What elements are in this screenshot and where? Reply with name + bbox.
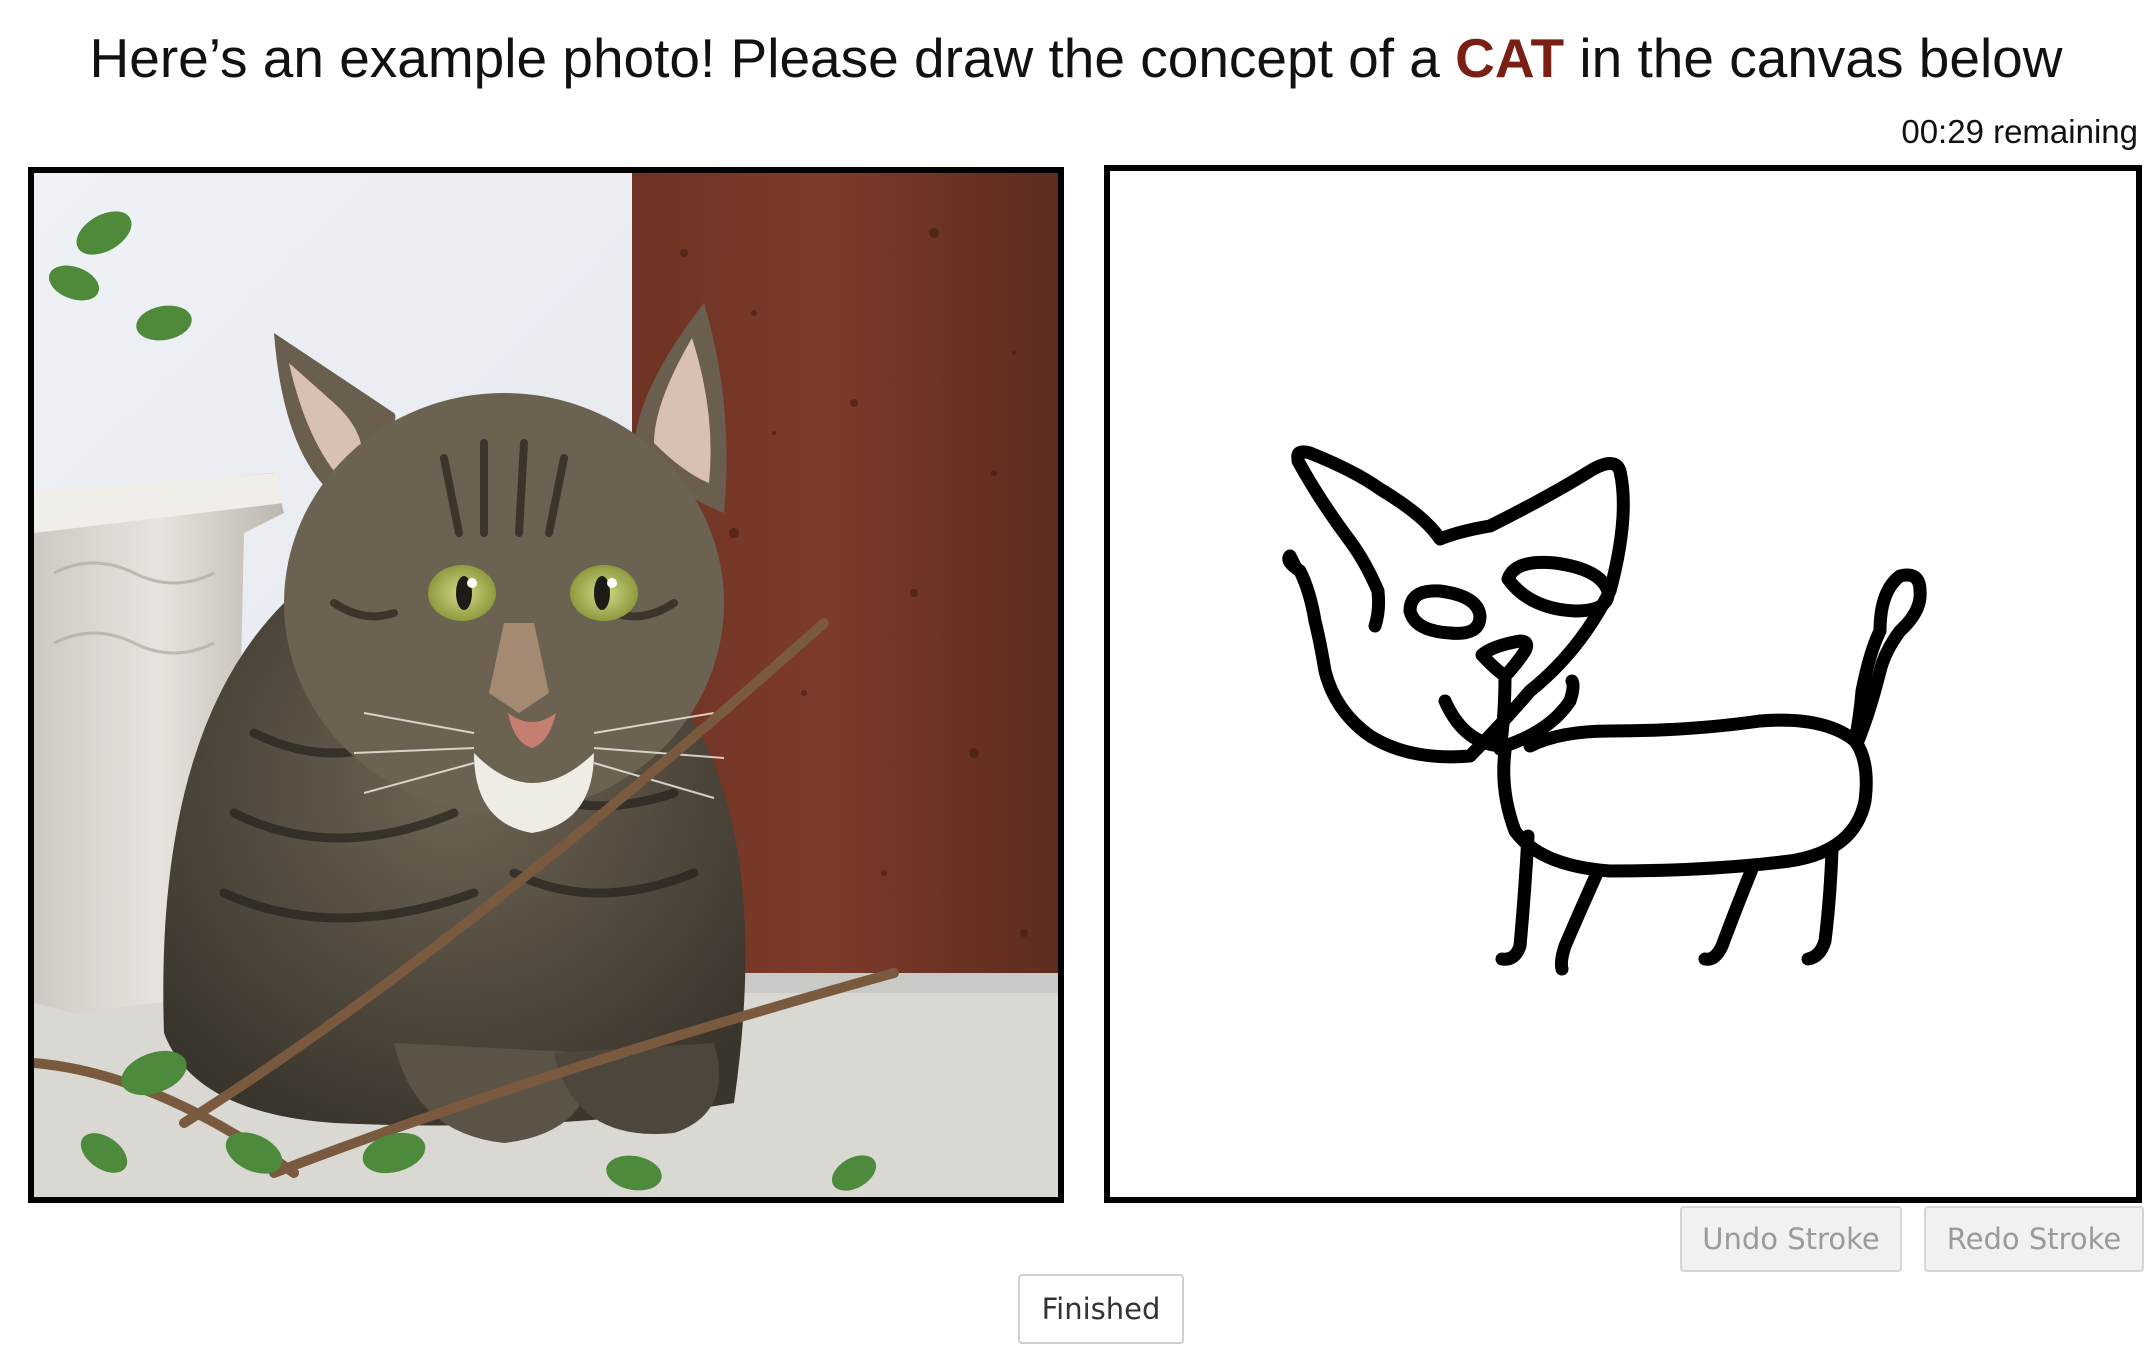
cat-sketch (1282, 445, 1927, 976)
example-photo (28, 167, 1064, 1203)
countdown-timer: 00:29 remaining (1901, 113, 2138, 150)
sketch-front-leg-2-stroke (1554, 864, 1605, 976)
sketch-nose-line-stroke (1493, 669, 1512, 756)
instruction-text-start: Here’s an example photo! Please draw the… (89, 27, 1456, 89)
concept-word: CAT (1455, 27, 1565, 89)
sketch-body-stroke (1497, 713, 1873, 878)
drawing-canvas[interactable] (1104, 165, 2142, 1203)
finished-button[interactable]: Finished (1018, 1274, 1184, 1344)
sketch-left-eye-stroke (1403, 584, 1487, 640)
sketch-front-leg-1-stroke (1495, 829, 1535, 966)
cat-photo-illustration (34, 173, 1058, 1197)
sketch-back-leg-1-stroke (1698, 862, 1759, 966)
instruction-text-end: in the canvas below (1564, 27, 2063, 89)
sketch-back-leg-2-stroke (1801, 844, 1839, 966)
undo-stroke-button[interactable]: Undo Stroke (1680, 1206, 1902, 1272)
instruction-heading: Here’s an example photo! Please draw the… (0, 22, 2152, 94)
sketch-right-eye-stroke (1501, 555, 1615, 618)
sketch-tail-stroke (1848, 568, 1927, 748)
redo-stroke-button[interactable]: Redo Stroke (1924, 1206, 2144, 1272)
